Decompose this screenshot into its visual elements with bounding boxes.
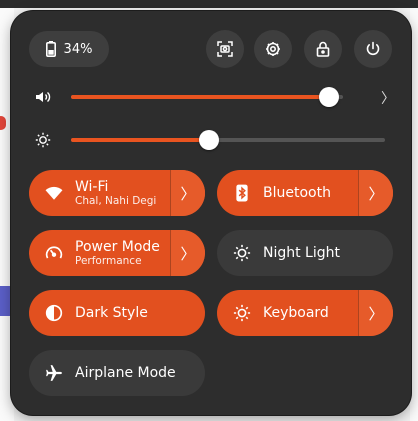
background-window-strip xyxy=(0,0,418,8)
screenshot-icon xyxy=(217,41,233,57)
volume-slider[interactable] xyxy=(71,87,343,107)
dark-style-label: Dark Style xyxy=(75,305,205,321)
power-mode-label: Power Mode Performance xyxy=(75,239,170,267)
power-mode-profile: Performance xyxy=(75,255,142,268)
night-light-label: Night Light xyxy=(263,245,393,261)
speaker-icon xyxy=(36,91,51,103)
wifi-menu-arrow[interactable]: 〉 xyxy=(170,170,205,216)
power-mode-title: Power Mode xyxy=(75,238,160,255)
volume-slider-row: 〉 xyxy=(31,85,395,109)
keyboard-brightness-icon xyxy=(233,304,251,322)
battery-icon xyxy=(45,41,56,57)
background-window-right xyxy=(410,8,418,421)
brightness-knob[interactable] xyxy=(199,130,219,150)
volume-knob[interactable] xyxy=(319,87,339,107)
airplane-mode-title: Airplane Mode xyxy=(75,364,176,381)
bluetooth-menu-arrow[interactable]: 〉 xyxy=(358,170,393,216)
bluetooth-toggle[interactable]: Bluetooth 〉 xyxy=(217,170,393,216)
volume-expand-chevron[interactable]: 〉 xyxy=(381,88,395,108)
lock-icon xyxy=(316,41,330,57)
wifi-network-name: Chal, Nahi Degi xyxy=(75,195,157,208)
keyboard-menu-arrow[interactable]: 〉 xyxy=(358,290,393,336)
brightness-slider[interactable] xyxy=(71,130,385,150)
background-red-mark xyxy=(0,116,6,130)
airplane-icon xyxy=(46,365,62,381)
brightness-slider-row xyxy=(31,128,391,152)
wifi-toggle[interactable]: Wi-Fi Chal, Nahi Degi 〉 xyxy=(29,170,205,216)
battery-indicator[interactable]: 34% xyxy=(29,31,109,67)
keyboard-toggle[interactable]: Keyboard 〉 xyxy=(217,290,393,336)
dark-style-toggle[interactable]: Dark Style xyxy=(29,290,205,336)
bluetooth-label: Bluetooth xyxy=(263,185,358,201)
keyboard-label: Keyboard xyxy=(263,305,358,321)
sun-icon xyxy=(233,244,251,262)
keyboard-title: Keyboard xyxy=(263,304,329,321)
wifi-title: Wi-Fi xyxy=(75,178,109,195)
battery-percent: 34% xyxy=(63,41,93,57)
airplane-mode-label: Airplane Mode xyxy=(75,365,205,381)
power-button[interactable] xyxy=(354,30,392,68)
dark-style-icon xyxy=(45,304,63,322)
gauge-icon xyxy=(45,246,63,259)
lock-button[interactable] xyxy=(304,30,342,68)
volume-level-fill xyxy=(71,95,329,99)
dark-style-title: Dark Style xyxy=(75,304,148,321)
airplane-mode-toggle[interactable]: Airplane Mode xyxy=(29,350,205,396)
power-icon xyxy=(366,41,380,56)
gear-icon xyxy=(266,42,280,56)
wifi-label: Wi-Fi Chal, Nahi Degi xyxy=(75,179,170,207)
night-light-toggle[interactable]: Night Light xyxy=(217,230,393,276)
screenshot-button[interactable] xyxy=(206,30,244,68)
settings-button[interactable] xyxy=(254,30,292,68)
quick-settings-panel: 34% 〉 Wi-Fi Chal, Nahi Degi 〉 Bluetooth … xyxy=(11,11,411,415)
bluetooth-title: Bluetooth xyxy=(263,184,331,201)
night-light-title: Night Light xyxy=(263,244,340,261)
bluetooth-icon xyxy=(236,184,248,202)
brightness-level-fill xyxy=(71,138,209,142)
power-mode-toggle[interactable]: Power Mode Performance 〉 xyxy=(29,230,205,276)
power-mode-menu-arrow[interactable]: 〉 xyxy=(170,230,205,276)
wifi-icon xyxy=(45,186,63,200)
sun-icon xyxy=(35,132,51,148)
